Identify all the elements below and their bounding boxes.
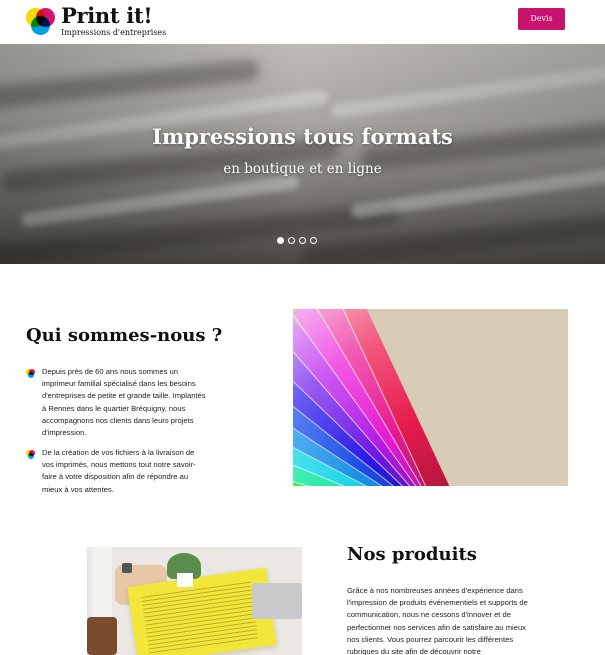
carousel-dot-4[interactable] [310,237,317,244]
devis-button[interactable]: Devis [518,8,565,30]
carousel-indicators [277,237,317,244]
products-description: Grâce à nos nombreuses années d'expérien… [347,586,528,655]
products-image [27,547,302,655]
about-bullet: Depuis près de 60 ans nous sommes un imp… [26,366,206,439]
about-title: Qui sommes-nous ? [26,325,223,346]
brand-name[interactable]: Print it! [61,3,153,28]
hero-carousel: Impressions tous formats en boutique et … [0,44,605,264]
hero-title: Impressions tous formats [152,124,453,149]
about-bullet-text: De la création de vos fichiers à la livr… [42,448,196,494]
cmy-circles-logo-icon[interactable] [26,6,56,36]
carousel-dot-2[interactable] [288,237,295,244]
cmy-circles-bullet-icon [26,368,36,378]
about-bullet: De la création de vos fichiers à la livr… [26,447,206,496]
carousel-dot-3[interactable] [299,237,306,244]
products-title: Nos produits [347,544,477,565]
brand-tagline: Impressions d'entreprises [61,28,167,37]
about-bullet-text: Depuis près de 60 ans nous sommes un imp… [42,367,206,438]
color-swatch-image [293,309,568,486]
site-header: Print it! Impressions d'entreprises Devi… [0,0,605,44]
cmy-circles-bullet-icon [26,449,36,459]
hero-subtitle: en boutique et en ligne [223,161,382,177]
carousel-dot-1[interactable] [277,237,284,244]
